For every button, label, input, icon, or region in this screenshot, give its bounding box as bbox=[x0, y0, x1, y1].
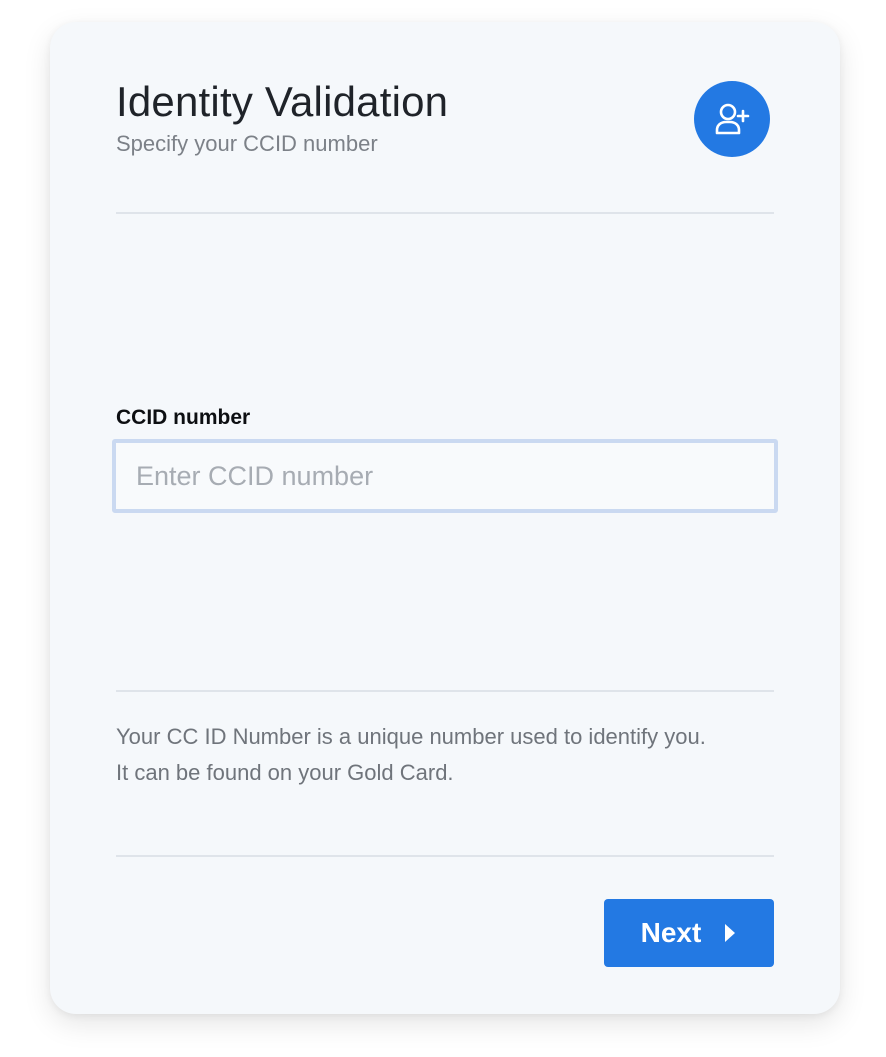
header-divider bbox=[116, 212, 774, 214]
help-text: Your CC ID Number is a unique number use… bbox=[116, 719, 796, 791]
add-user-button[interactable] bbox=[694, 81, 770, 157]
next-button-label: Next bbox=[640, 917, 702, 948]
content-divider bbox=[116, 690, 774, 692]
footer-divider bbox=[116, 855, 774, 857]
next-button[interactable]: Next bbox=[604, 899, 774, 967]
ccid-label: CCID number bbox=[116, 406, 251, 429]
add-user-icon bbox=[715, 103, 750, 135]
caret-right-icon bbox=[723, 922, 737, 944]
identity-validation-card: Identity Validation Specify your CCID nu… bbox=[50, 22, 840, 1014]
help-line-1: Your CC ID Number is a unique number use… bbox=[116, 724, 706, 749]
ccid-input[interactable] bbox=[112, 439, 778, 513]
help-line-2: It can be found on your Gold Card. bbox=[116, 760, 454, 785]
page-subtitle: Specify your CCID number bbox=[116, 131, 378, 156]
page-title: Identity Validation bbox=[116, 78, 449, 125]
